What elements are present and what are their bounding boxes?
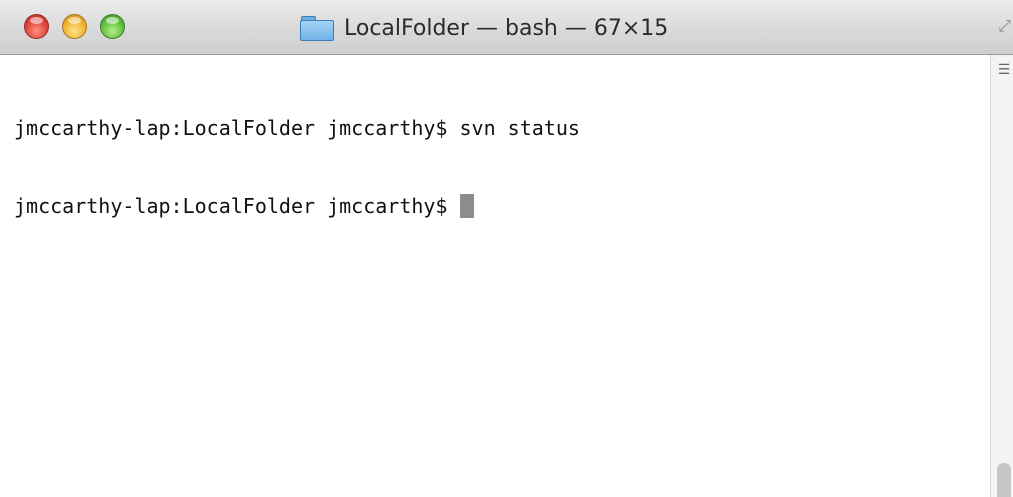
close-button[interactable] (24, 14, 49, 39)
scrollbar-thumb[interactable] (997, 463, 1011, 497)
terminal-line: jmccarthy-lap:LocalFolder jmccarthy$ svn… (14, 116, 580, 140)
text-cursor (459, 194, 474, 218)
terminal-window: LocalFolder — bash — 67×15 ⤢ jmccarthy-l… (0, 0, 1013, 497)
folder-icon (300, 16, 334, 41)
minimize-button[interactable] (62, 14, 87, 39)
vertical-scrollbar[interactable]: ☰ (990, 55, 1013, 497)
terminal-line-prompt: jmccarthy-lap:LocalFolder jmccarthy$ (14, 193, 990, 219)
window-title: LocalFolder — bash — 67×15 (300, 12, 668, 44)
split-pane-icon[interactable]: ☰ (997, 63, 1011, 77)
title-bar[interactable]: LocalFolder — bash — 67×15 ⤢ (0, 0, 1013, 55)
terminal-output[interactable]: jmccarthy-lap:LocalFolder jmccarthy$ svn… (0, 55, 990, 497)
window-title-text: LocalFolder — bash — 67×15 (344, 15, 669, 41)
zoom-button[interactable] (100, 14, 125, 39)
fullscreen-icon[interactable]: ⤢ (998, 16, 1011, 36)
